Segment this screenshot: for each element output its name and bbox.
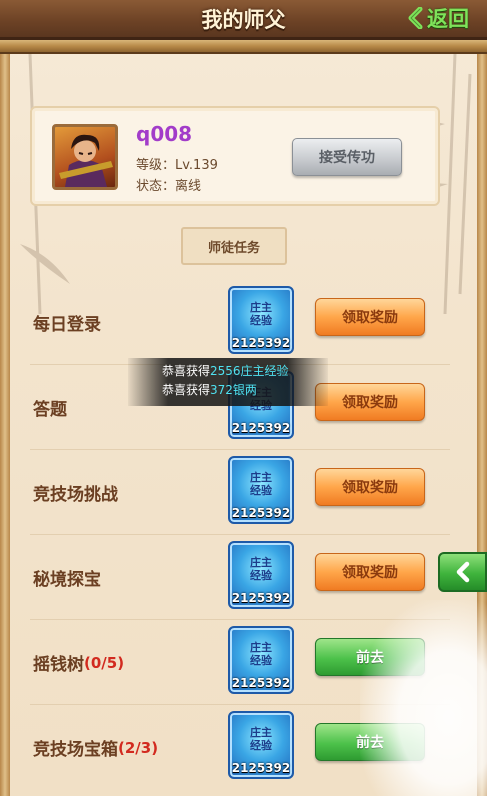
player-level: 等级：Lv.139 [136,158,218,173]
player-status: 状态：离线 [136,179,202,194]
master-profile-card: q008 等级：Lv.139 状态：离线 接受传功 [30,106,440,206]
reward-amount: 2125392 [231,761,291,775]
task-name: 摇钱树 (0/5) [33,653,125,676]
toast-line-exp: 恭喜获得2556庄主经验 [162,364,289,378]
task-row: 每日登录 庄主 经验 2125392 领取奖励 [30,280,450,365]
header-rail [0,40,487,54]
claim-reward-button[interactable]: 领取奖励 [315,383,425,421]
back-chevron-icon [407,6,423,30]
side-collapse-tab[interactable] [438,552,487,592]
back-label: 返回 [427,7,469,31]
reward-amount: 2125392 [231,336,291,350]
task-name: 竞技场挑战 [33,485,118,505]
reward-exp-icon[interactable]: 庄主经验 2125392 [228,456,294,524]
reward-exp-icon[interactable]: 庄主经验 2125392 [228,711,294,779]
claim-reward-button[interactable]: 领取奖励 [315,298,425,336]
header-bar: 我的师父 返回 [0,0,487,40]
task-name: 秘境探宝 [33,570,101,590]
reward-exp-icon[interactable]: 庄主经验 2125392 [228,626,294,694]
task-name: 每日登录 [33,315,101,335]
reward-exp-icon[interactable]: 庄主经验 2125392 [228,541,294,609]
reward-amount: 2125392 [231,506,291,520]
avatar-portrait [59,134,113,187]
player-name: q008 [136,122,193,146]
collapse-chevron-icon [456,561,469,583]
task-name: 答题 [33,400,67,420]
master-screen: 我的师父 返回 q008 等级：Lv.139 状态：离线 接受传功 师徒任务 每… [0,0,487,796]
claim-reward-button[interactable]: 领取奖励 [315,553,425,591]
toast-line-silver: 恭喜获得372银两 [162,383,257,397]
claim-reward-button[interactable]: 领取奖励 [315,468,425,506]
avatar[interactable] [52,124,118,190]
reward-amount: 2125392 [231,676,291,690]
section-label-master-tasks: 师徒任务 [181,227,287,265]
task-name: 竞技场宝箱 (2/3) [33,738,159,761]
reward-toast: 恭喜获得2556庄主经验 恭喜获得372银两 [128,358,328,406]
back-button[interactable]: 返回 [407,4,469,32]
screen-glare [360,600,487,796]
accept-transfer-button[interactable]: 接受传功 [292,138,402,176]
reward-amount: 2125392 [231,421,291,435]
reward-exp-icon[interactable]: 庄主经验 2125392 [228,286,294,354]
reward-amount: 2125392 [231,591,291,605]
task-row: 竞技场挑战 庄主 经验 2125392 领取奖励 [30,450,450,535]
